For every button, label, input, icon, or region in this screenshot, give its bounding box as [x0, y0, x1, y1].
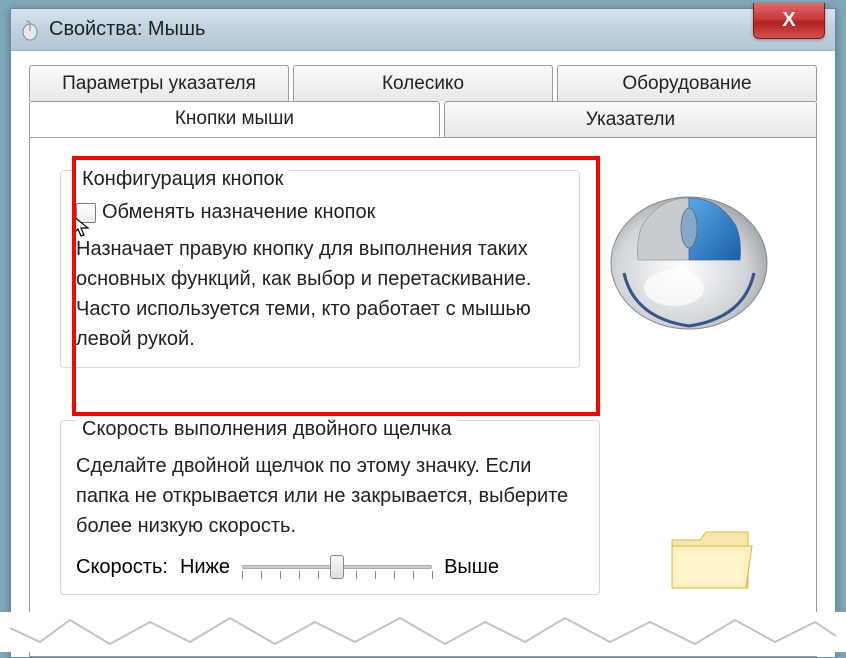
- dialog-content: Параметры указателя Колесико Оборудовани…: [11, 51, 835, 657]
- tab-buttons[interactable]: Кнопки мыши: [29, 101, 440, 137]
- page-torn-edge: [0, 612, 846, 652]
- double-click-speed-group: Скорость выполнения двойного щелчка Сдел…: [60, 408, 600, 595]
- window-title: Свойства: Мышь: [49, 18, 205, 41]
- button-config-legend: Конфигурация кнопок: [76, 168, 289, 191]
- swap-buttons-description: Назначает правую кнопку для выполнения т…: [76, 234, 564, 354]
- tab-hardware[interactable]: Оборудование: [557, 65, 817, 101]
- close-icon: X: [782, 9, 795, 32]
- mouse-properties-window: Свойства: Мышь X Параметры указателя Кол…: [10, 8, 836, 658]
- tab-pointers[interactable]: Указатели: [444, 101, 817, 137]
- mouse-icon: [19, 19, 41, 41]
- tabs-row-1: Параметры указателя Колесико Оборудовани…: [29, 65, 817, 101]
- speed-high-label: Выше: [444, 556, 499, 579]
- double-click-legend: Скорость выполнения двойного щелчка: [76, 418, 458, 441]
- tab-panel-buttons: Конфигурация кнопок Обменять назначение …: [29, 137, 817, 657]
- double-click-description: Сделайте двойной щелчок по этому значку.…: [76, 451, 576, 541]
- speed-label: Скорость:: [76, 556, 168, 579]
- tabs-row-2: Кнопки мыши Указатели: [29, 101, 817, 137]
- speed-low-label: Ниже: [180, 556, 230, 579]
- tab-wheel[interactable]: Колесико: [293, 65, 553, 101]
- slider-thumb[interactable]: [330, 555, 344, 579]
- swap-buttons-label: Обменять назначение кнопок: [102, 201, 375, 224]
- close-button[interactable]: X: [753, 3, 825, 39]
- double-click-test-folder[interactable]: [666, 522, 756, 598]
- mouse-illustration: [594, 168, 784, 338]
- swap-buttons-checkbox[interactable]: [76, 203, 96, 223]
- double-click-speed-slider[interactable]: [242, 553, 432, 581]
- cursor-pointer-icon: [71, 214, 93, 245]
- tab-pointer-options[interactable]: Параметры указателя: [29, 65, 289, 101]
- titlebar[interactable]: Свойства: Мышь X: [11, 9, 835, 51]
- button-config-group: Конфигурация кнопок Обменять назначение …: [60, 158, 580, 368]
